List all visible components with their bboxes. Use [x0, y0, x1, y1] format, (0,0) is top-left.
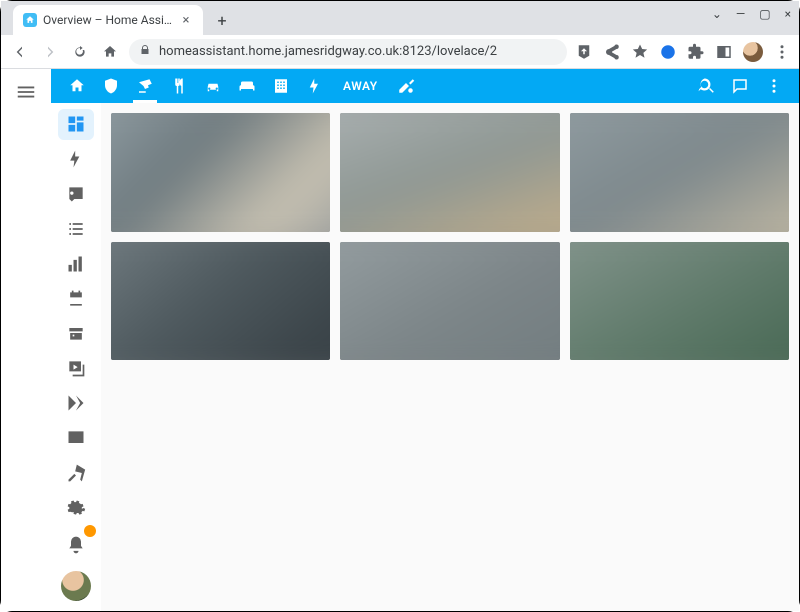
- header-search-button[interactable]: [691, 71, 721, 101]
- header-menu-button[interactable]: [759, 71, 789, 101]
- ha-header: AWAY: [51, 69, 799, 103]
- sidebar-user-avatar[interactable]: [61, 571, 91, 601]
- tab-garage[interactable]: [197, 69, 229, 103]
- camera-card[interactable]: [570, 113, 789, 232]
- sidebar-item-shopping[interactable]: [58, 318, 94, 349]
- nav-home-button[interactable]: [99, 41, 121, 63]
- tab-away-label: AWAY: [343, 79, 378, 93]
- sidebar-item-settings[interactable]: [58, 492, 94, 523]
- browser-profile-avatar[interactable]: [743, 42, 763, 62]
- sidebar-item-overview[interactable]: [58, 109, 94, 140]
- sidebar-item-studio[interactable]: [58, 388, 94, 419]
- tab-energy[interactable]: [299, 69, 331, 103]
- tab-close-icon[interactable]: ×: [179, 13, 193, 27]
- address-bar-url: homeassistant.home.jamesridgway.co.uk:81…: [159, 44, 497, 59]
- bookmark-star-icon[interactable]: [631, 43, 649, 61]
- sidebar-item-terminal[interactable]: [58, 422, 94, 453]
- browser-tab[interactable]: Overview – Home Assista ×: [13, 5, 203, 35]
- tab-living[interactable]: [231, 69, 263, 103]
- new-tab-button[interactable]: +: [209, 7, 235, 33]
- sidebar-item-calendar[interactable]: [58, 283, 94, 314]
- header-chat-button[interactable]: [725, 71, 755, 101]
- extension-1password-icon[interactable]: [659, 43, 677, 61]
- camera-card[interactable]: [340, 242, 559, 361]
- tab-tools[interactable]: [390, 69, 422, 103]
- share-icon[interactable]: [603, 43, 621, 61]
- home-assistant-app: AWAY: [51, 69, 799, 611]
- tab-away[interactable]: AWAY: [333, 69, 388, 103]
- window-maximize-icon[interactable]: ▢: [759, 7, 770, 21]
- main-panel: [101, 103, 799, 611]
- notification-badge: [84, 525, 96, 537]
- sidebar-item-history[interactable]: [58, 248, 94, 279]
- window-controls: ⌄ — ▢ ×: [712, 7, 791, 21]
- address-bar[interactable]: homeassistant.home.jamesridgway.co.uk:81…: [129, 39, 567, 65]
- camera-card[interactable]: [111, 113, 330, 232]
- tab-building[interactable]: [265, 69, 297, 103]
- camera-card[interactable]: [111, 242, 330, 361]
- sidebar-item-map[interactable]: [58, 179, 94, 210]
- lock-icon: [139, 44, 151, 60]
- install-app-icon[interactable]: [575, 43, 593, 61]
- sidebar-item-devtools[interactable]: [58, 457, 94, 488]
- extensions-puzzle-icon[interactable]: [687, 43, 705, 61]
- window-minimize-icon[interactable]: —: [736, 7, 745, 21]
- browser-toolbar: homeassistant.home.jamesridgway.co.uk:81…: [1, 35, 799, 69]
- ha-tabs: AWAY: [61, 69, 422, 103]
- nav-back-button[interactable]: [9, 41, 31, 63]
- tab-security[interactable]: [95, 69, 127, 103]
- nav-reload-button[interactable]: [69, 41, 91, 63]
- browser-tab-title: Overview – Home Assista: [43, 13, 173, 27]
- window-close-icon[interactable]: ×: [785, 7, 791, 21]
- hamburger-menu-button[interactable]: [15, 81, 37, 103]
- tab-home[interactable]: [61, 69, 93, 103]
- camera-grid: [111, 113, 789, 360]
- sidebar-item-logbook[interactable]: [58, 213, 94, 244]
- tab-kitchen[interactable]: [163, 69, 195, 103]
- hamburger-column: [1, 69, 51, 611]
- page-content: AWAY: [1, 69, 799, 611]
- nav-forward-button[interactable]: [39, 41, 61, 63]
- ha-body: [51, 103, 799, 611]
- camera-card[interactable]: [570, 242, 789, 361]
- home-assistant-favicon: [23, 13, 37, 27]
- sidebar-notifications[interactable]: [58, 527, 94, 563]
- window-dropdown-icon[interactable]: ⌄: [712, 7, 722, 21]
- camera-card[interactable]: [340, 113, 559, 232]
- sidebar: [51, 103, 101, 611]
- browser-titlebar: Overview – Home Assista × + ⌄ — ▢ ×: [1, 1, 799, 35]
- sidebar-item-media[interactable]: [58, 353, 94, 384]
- sidebar-item-energy[interactable]: [58, 144, 94, 175]
- browser-menu-icon[interactable]: [773, 43, 791, 61]
- tab-cameras[interactable]: [129, 69, 161, 103]
- sidepanel-icon[interactable]: [715, 43, 733, 61]
